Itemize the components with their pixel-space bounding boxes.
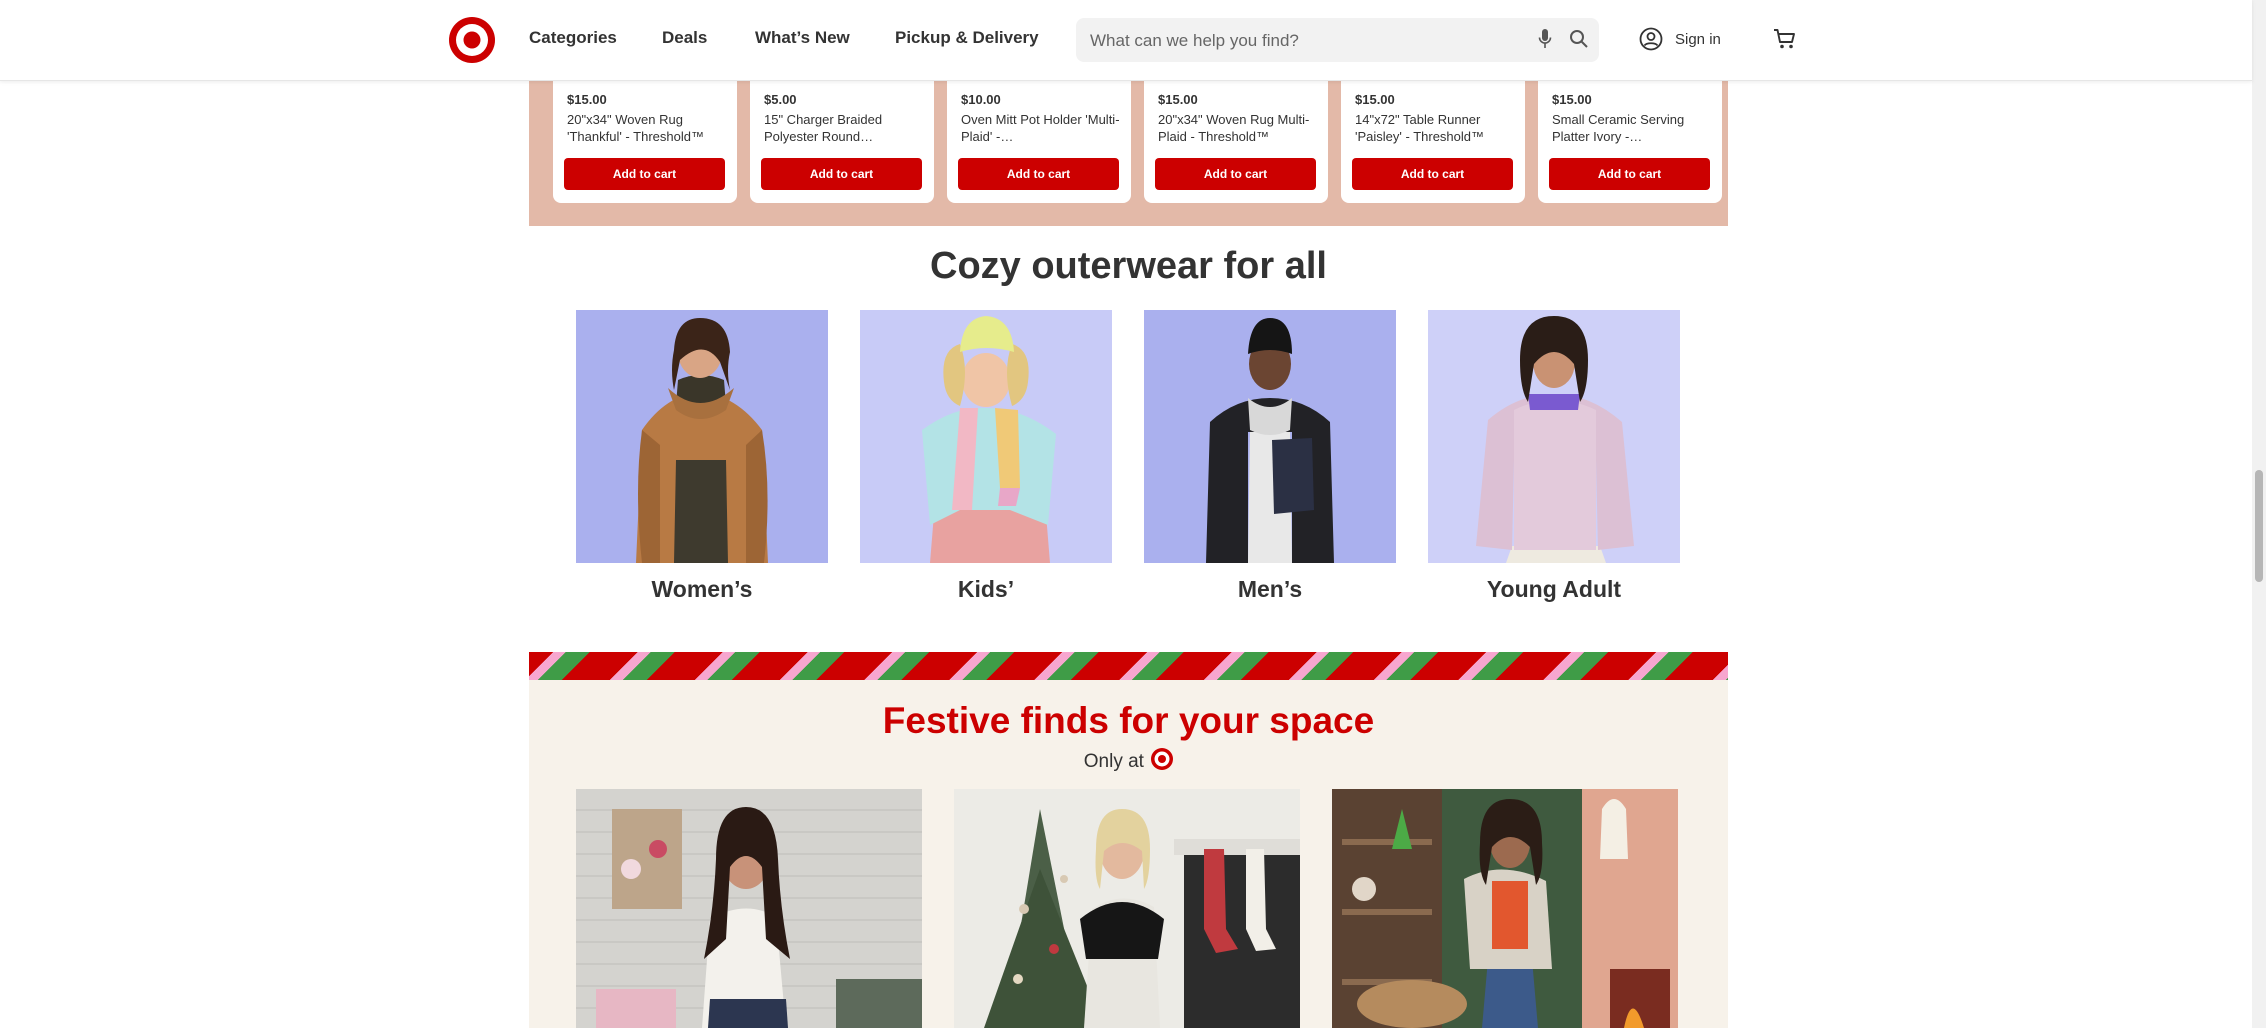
candy-stripe-border: [529, 652, 1728, 680]
festive-image-cozy-living[interactable]: [1332, 789, 1678, 1028]
account-icon[interactable]: [1639, 27, 1663, 51]
product-price: $15.00: [1355, 92, 1395, 107]
only-at-text: Only at: [1083, 751, 1144, 772]
only-at-target: Only at: [529, 748, 1728, 773]
add-to-cart-button[interactable]: Add to cart: [564, 158, 725, 190]
product-name[interactable]: Small Ceramic Serving Platter Ivory -…: [1552, 111, 1712, 145]
nav-deals[interactable]: Deals: [662, 28, 707, 48]
product-card[interactable]: $15.00 20"x34" Woven Rug Multi-Plaid - T…: [1144, 70, 1328, 203]
product-name[interactable]: 14"x72" Table Runner 'Paisley' - Thresho…: [1355, 111, 1515, 145]
product-card[interactable]: $5.00 15" Charger Braided Polyester Roun…: [750, 70, 934, 203]
young-adult-outerwear-image[interactable]: [1428, 310, 1680, 563]
add-to-cart-button[interactable]: Add to cart: [1155, 158, 1316, 190]
product-price: $10.00: [961, 92, 1001, 107]
add-to-cart-button[interactable]: Add to cart: [761, 158, 922, 190]
product-name[interactable]: 15" Charger Braided Polyester Round…: [764, 111, 924, 145]
product-price: $15.00: [1158, 92, 1198, 107]
mens-outerwear-image[interactable]: [1144, 310, 1396, 563]
product-card[interactable]: $10.00 Oven Mitt Pot Holder 'Multi-Plaid…: [947, 70, 1131, 203]
category-label-womens[interactable]: Women’s: [576, 576, 828, 603]
cozy-outerwear-heading: Cozy outerwear for all: [930, 245, 1327, 287]
sign-in-link[interactable]: Sign in: [1675, 31, 1721, 48]
search-bar: [1076, 18, 1599, 64]
product-price: $15.00: [567, 92, 607, 107]
site-header: Categories Deals What’s New Pickup & Del…: [0, 0, 2252, 81]
festive-image-christmas-tree[interactable]: [954, 789, 1300, 1028]
product-name[interactable]: 20"x34" Woven Rug 'Thankful' - Threshold…: [567, 111, 727, 145]
search-input[interactable]: [1088, 18, 1532, 64]
product-card[interactable]: $15.00 Small Ceramic Serving Platter Ivo…: [1538, 70, 1722, 203]
scrollbar-thumb[interactable]: [2255, 470, 2263, 582]
category-label-young-adult[interactable]: Young Adult: [1428, 576, 1680, 603]
festive-heading: Festive finds for your space: [882, 700, 1375, 741]
add-to-cart-button[interactable]: Add to cart: [1352, 158, 1513, 190]
cart-icon[interactable]: [1773, 28, 1797, 50]
product-price: $5.00: [764, 92, 797, 107]
nav-pickup-delivery[interactable]: Pickup & Delivery: [895, 28, 1039, 48]
nav-categories[interactable]: Categories: [529, 28, 617, 48]
product-price: $15.00: [1552, 92, 1592, 107]
product-card[interactable]: $15.00 20"x34" Woven Rug 'Thankful' - Th…: [553, 70, 737, 203]
nav-whats-new[interactable]: What’s New: [755, 28, 850, 48]
add-to-cart-button[interactable]: Add to cart: [1549, 158, 1710, 190]
add-to-cart-button[interactable]: Add to cart: [958, 158, 1119, 190]
product-name[interactable]: 20"x34" Woven Rug Multi-Plaid - Threshol…: [1158, 111, 1318, 145]
target-bullseye-icon: [1151, 748, 1174, 770]
womens-outerwear-image[interactable]: [576, 310, 828, 563]
search-icon[interactable]: [1569, 29, 1589, 49]
category-label-mens[interactable]: Men’s: [1144, 576, 1396, 603]
product-name[interactable]: Oven Mitt Pot Holder 'Multi-Plaid' -…: [961, 111, 1121, 145]
festive-image-hearth-home[interactable]: [576, 789, 922, 1028]
product-card[interactable]: $15.00 14"x72" Table Runner 'Paisley' - …: [1341, 70, 1525, 203]
kids-outerwear-image[interactable]: [860, 310, 1112, 563]
microphone-icon[interactable]: [1538, 28, 1552, 50]
category-label-kids[interactable]: Kids’: [860, 576, 1112, 603]
target-logo-icon[interactable]: [449, 17, 495, 63]
